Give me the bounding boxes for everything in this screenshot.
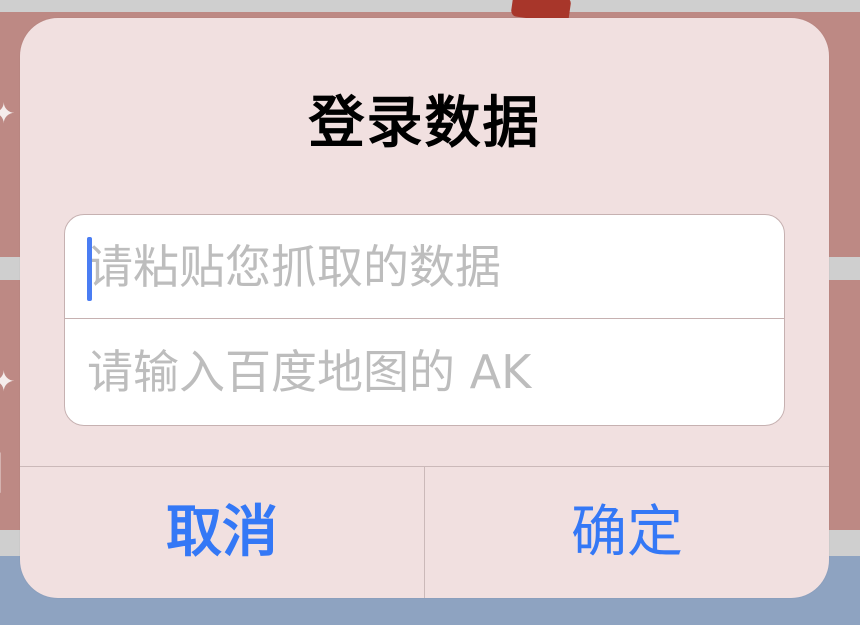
input-group	[64, 214, 785, 426]
bar-icon: |	[0, 450, 5, 490]
login-data-dialog: 登录数据 取消 确定	[20, 18, 829, 598]
dialog-button-row: 取消 确定	[20, 466, 829, 598]
dialog-title: 登录数据	[308, 91, 541, 156]
baidu-map-ak-input[interactable]	[87, 320, 767, 424]
ak-field-container	[65, 320, 784, 424]
data-field-container	[65, 215, 784, 319]
confirm-button[interactable]: 确定	[425, 467, 829, 598]
sparkle-icon: ✦	[0, 97, 16, 130]
sparkle-icon: ✦	[0, 365, 16, 398]
text-cursor	[87, 237, 92, 301]
cancel-button[interactable]: 取消	[20, 467, 424, 598]
captured-data-input[interactable]	[87, 215, 767, 319]
